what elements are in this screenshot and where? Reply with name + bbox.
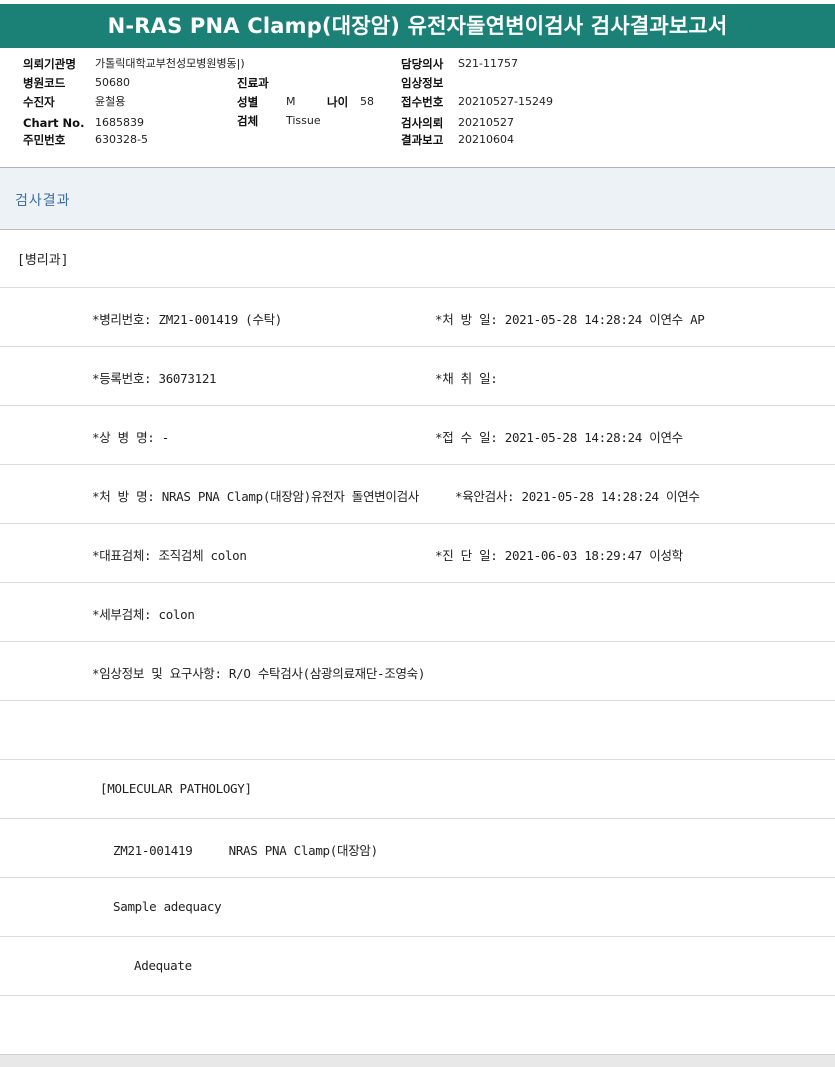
- prescription-date: *처 방 일: 2021-05-28 14:28:24 이연수 AP: [435, 312, 705, 327]
- resident-no-label: 주민번호: [23, 133, 66, 147]
- report-date-label: 결과보고: [401, 133, 444, 147]
- physician-label: 담당의사: [401, 57, 444, 71]
- result-row: *대표검체: 조직검체 colon *진 단 일: 2021-06-03 18:…: [0, 524, 835, 583]
- result-row: *등록번호: 36073121 *채 취 일:: [0, 347, 835, 406]
- institution-value: 가톨릭대학교부천성모병원병동|): [95, 57, 245, 70]
- blank-row: [0, 701, 835, 760]
- results-section-header: 검사결과: [0, 167, 835, 229]
- sex-label: 성별: [237, 95, 259, 109]
- representative-specimen: *대표검체: 조직검체 colon: [92, 548, 247, 563]
- bottom-border: [0, 1054, 835, 1067]
- department-label: 진료과: [237, 76, 269, 90]
- receipt-no-label: 접수번호: [401, 95, 444, 109]
- request-date-label: 검사의뢰: [401, 116, 444, 130]
- result-row: *임상정보 및 요구사항: R/O 수탁검사(삼광의료재단-조영숙): [0, 642, 835, 701]
- result-row: Adequate: [0, 937, 835, 996]
- report-title: N-RAS PNA Clamp(대장암) 유전자돌연변이검사 검사결과보고서: [107, 14, 728, 38]
- results-section-title: 검사결과: [15, 193, 71, 209]
- specimen-label: 검체: [237, 114, 259, 128]
- chart-no-value: 1685839: [95, 116, 144, 129]
- result-row: Sample adequacy: [0, 878, 835, 937]
- detail-specimen: *세부검체: colon: [92, 607, 195, 622]
- hospital-code-value: 50680: [95, 76, 130, 89]
- pathology-no: *병리번호: ZM21-001419 (수탁): [92, 312, 283, 327]
- physician-value: S21-11757: [458, 57, 518, 70]
- institution-label: 의뢰기관명: [23, 57, 76, 71]
- specimen-value: Tissue: [286, 114, 321, 127]
- registration-no: *등록번호: 36073121: [92, 371, 217, 386]
- recipient-label: 수진자: [23, 95, 55, 109]
- adequacy-label: Sample adequacy: [113, 899, 222, 914]
- request-date-value: 20210527: [458, 116, 514, 129]
- result-row: *처 방 명: NRAS PNA Clamp(대장암)유전자 돌연변이검사 *육…: [0, 465, 835, 524]
- result-row: *상 병 명: - *접 수 일: 2021-05-28 14:28:24 이연…: [0, 406, 835, 465]
- diagnosis-date: *진 단 일: 2021-06-03 18:29:47 이성학: [435, 548, 683, 563]
- receipt-date: *접 수 일: 2021-05-28 14:28:24 이연수: [435, 430, 683, 445]
- chart-no-label: Chart No.: [23, 116, 85, 130]
- report-title-bar: N-RAS PNA Clamp(대장암) 유전자돌연변이검사 검사결과보고서: [0, 0, 835, 48]
- age-value: 58: [360, 95, 374, 108]
- molecular-section-label: [MOLECULAR PATHOLOGY]: [100, 781, 252, 796]
- department-row: [0, 229, 835, 288]
- gross-exam: *육안검사: 2021-05-28 14:28:24 이연수: [455, 489, 700, 504]
- clinical-info-label: 임상정보: [401, 76, 444, 90]
- result-row: *세부검체: colon: [0, 583, 835, 642]
- result-row: *병리번호: ZM21-001419 (수탁) *처 방 일: 2021-05-…: [0, 288, 835, 347]
- hospital-code-label: 병원코드: [23, 76, 66, 90]
- result-row: ZM21-001419 NRAS PNA Clamp(대장암): [0, 819, 835, 878]
- molecular-case-line: ZM21-001419 NRAS PNA Clamp(대장암): [113, 843, 378, 858]
- recipient-value: 윤철용: [95, 95, 126, 108]
- adequacy-value: Adequate: [134, 958, 192, 973]
- blank-row: [0, 996, 835, 1055]
- resident-no-value: 630328-5: [95, 133, 148, 146]
- sex-value: M: [286, 95, 296, 108]
- report-date-value: 20210604: [458, 133, 514, 146]
- disease-name: *상 병 명: -: [92, 430, 169, 445]
- clinical-request: *임상정보 및 요구사항: R/O 수탁검사(삼광의료재단-조영숙): [92, 666, 426, 681]
- result-row: [MOLECULAR PATHOLOGY]: [0, 760, 835, 819]
- prescription-name: *처 방 명: NRAS PNA Clamp(대장암)유전자 돌연변이검사: [92, 489, 419, 504]
- receipt-no-value: 20210527-15249: [458, 95, 553, 108]
- collection-date: *채 취 일:: [435, 371, 498, 386]
- age-label: 나이: [327, 95, 349, 109]
